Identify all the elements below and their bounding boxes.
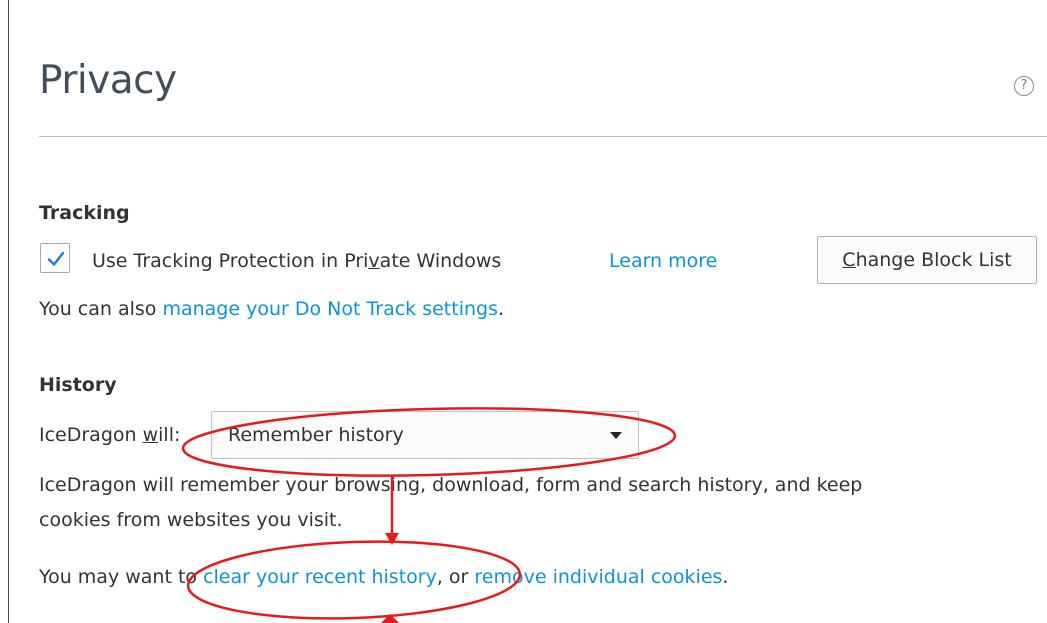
history-mode-select[interactable]: Remember history — [211, 411, 639, 459]
annotation-arrow-head-bottom — [381, 614, 399, 623]
clear-history-text: You may want to clear your recent histor… — [39, 566, 729, 588]
tracking-protection-label[interactable]: Use Tracking Protection in Private Windo… — [92, 250, 501, 272]
remove-cookies-link[interactable]: remove individual cookies — [474, 566, 722, 588]
do-not-track-text: You can also manage your Do Not Track se… — [39, 298, 505, 320]
history-heading: History — [39, 374, 117, 396]
page-title: Privacy — [39, 58, 177, 103]
title-divider — [39, 136, 1047, 137]
history-mode-label: IceDragon will: — [39, 424, 181, 446]
history-description-line1: IceDragon will remember your browsing, d… — [39, 474, 863, 496]
annotation-arrow-head — [385, 533, 399, 545]
do-not-track-link[interactable]: manage your Do Not Track settings — [162, 298, 498, 320]
history-mode-value: Remember history — [228, 424, 404, 446]
clear-recent-history-link[interactable]: clear your recent history — [203, 566, 437, 588]
history-description-line2: cookies from websites you visit. — [39, 509, 343, 531]
tracking-protection-checkbox[interactable] — [40, 243, 70, 273]
chevron-down-icon — [610, 432, 622, 439]
help-icon[interactable]: ? — [1014, 76, 1034, 96]
change-block-list-button[interactable]: Change Block List — [817, 236, 1037, 284]
tracking-heading: Tracking — [39, 202, 130, 224]
checkmark-icon — [47, 251, 65, 266]
learn-more-link[interactable]: Learn more — [609, 250, 717, 272]
window-frame-edge — [8, 0, 9, 623]
